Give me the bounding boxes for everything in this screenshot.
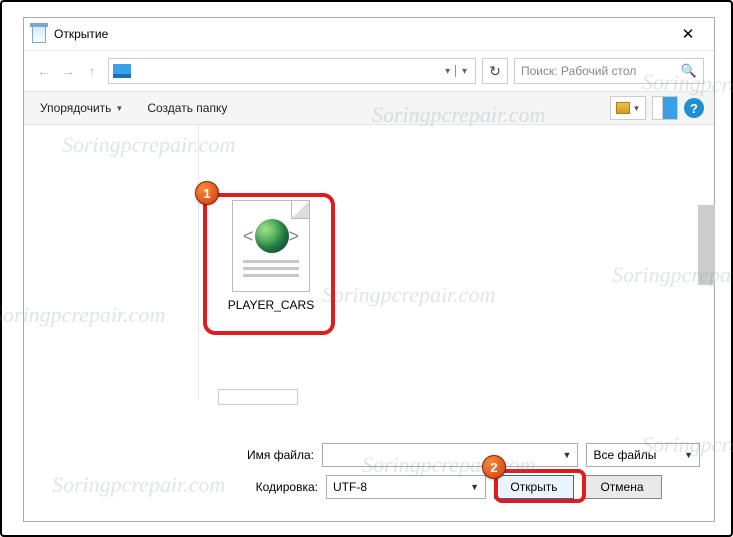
dialog-title: Открытие [54,27,668,41]
filename-input[interactable]: ▼ [322,443,578,467]
toolbar: Упорядочить ▼ Создать папку ▼ ? [24,91,714,125]
filetype-value: Все файлы [593,448,684,462]
help-button[interactable]: ? [684,98,704,118]
scrollbar[interactable] [698,205,715,285]
forward-button[interactable]: → [58,61,78,81]
sidebar [24,125,199,410]
search-icon: 🔍 [681,63,697,79]
search-input[interactable]: Поиск: Рабочий стол 🔍 [514,58,704,84]
chevron-down-icon[interactable]: ▾ │ ▾ [441,66,471,77]
preview-pane-button[interactable] [652,96,678,120]
encoding-combo[interactable]: UTF-8 ▼ [326,475,486,499]
screenshot-frame: Открытие ✕ ← → ↑ ▾ │ ▾ ↻ Поиск: Рабочий … [0,0,733,537]
file-label: PLAYER_CARS [228,298,314,312]
chevron-down-icon[interactable]: ▼ [470,482,479,492]
file-list[interactable]: < > PLAYER_CARS 1 [199,125,714,410]
bottom-panel: Имя файла: ▼ Все файлы ▼ Кодировка: UTF-… [24,399,714,521]
new-folder-button[interactable]: Создать папку [141,97,233,119]
filename-label: Имя файла: [38,448,314,462]
breadcrumb[interactable]: ▾ │ ▾ [108,58,476,84]
refresh-button[interactable]: ↻ [482,58,508,84]
nav-row: ← → ↑ ▾ │ ▾ ↻ Поиск: Рабочий стол 🔍 [24,51,714,91]
cancel-button[interactable]: Отмена [582,475,662,499]
file-area: < > PLAYER_CARS 1 [24,125,714,410]
open-dialog: Открытие ✕ ← → ↑ ▾ │ ▾ ↻ Поиск: Рабочий … [23,17,715,522]
new-folder-label: Создать папку [147,101,227,115]
rename-box[interactable] [218,389,298,405]
nav-arrows: ← → ↑ [34,61,102,81]
up-button[interactable]: ↑ [82,61,102,81]
chevron-down-icon[interactable]: ▼ [684,450,693,460]
file-item-player-cars[interactable]: < > PLAYER_CARS [211,200,331,330]
filetype-combo[interactable]: Все файлы ▼ [586,443,700,467]
encoding-label: Кодировка: [38,480,318,494]
chevron-down-icon[interactable]: ▼ [563,450,572,460]
organize-button[interactable]: Упорядочить ▼ [34,97,129,119]
search-placeholder: Поиск: Рабочий стол [521,64,681,78]
chevron-down-icon: ▼ [633,104,641,113]
notepad-icon [30,23,48,45]
encoding-value: UTF-8 [333,480,470,494]
open-button[interactable]: Открыть [494,475,574,499]
desktop-icon [113,64,131,78]
titlebar: Открытие ✕ [24,18,714,50]
view-mode-button[interactable]: ▼ [610,96,646,120]
view-icon [616,102,630,114]
chevron-down-icon: ▼ [115,104,123,113]
html-file-icon: < > [232,200,310,292]
back-button[interactable]: ← [34,61,54,81]
organize-label: Упорядочить [40,101,111,115]
close-button[interactable]: ✕ [668,20,708,48]
